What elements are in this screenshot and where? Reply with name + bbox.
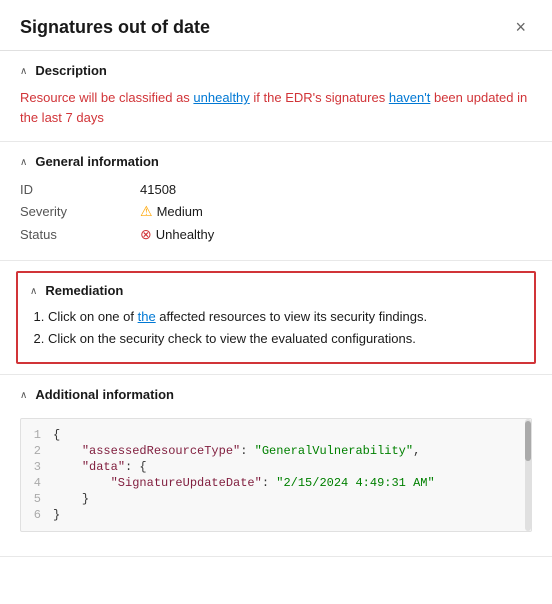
general-section-title: General information bbox=[35, 154, 159, 169]
description-section: ∧ Description Resource will be classifie… bbox=[0, 51, 552, 142]
status-badge: ⊗ Unhealthy bbox=[140, 226, 214, 243]
scrollbar[interactable] bbox=[525, 419, 531, 531]
line-content-2: "assessedResourceType": "GeneralVulnerab… bbox=[53, 444, 519, 458]
havent-link[interactable]: haven't bbox=[389, 90, 431, 105]
general-body: ID 41508 Severity ⚠ Medium Statu bbox=[0, 179, 552, 260]
table-row-severity: Severity ⚠ Medium bbox=[20, 200, 532, 223]
table-row-status: Status ⊗ Unhealthy bbox=[20, 223, 532, 246]
remediation-section-header[interactable]: ∧ Remediation bbox=[18, 273, 534, 306]
line-content-4: "SignatureUpdateDate": "2/15/2024 4:49:3… bbox=[53, 476, 519, 490]
status-text: Unhealthy bbox=[156, 227, 215, 242]
table-row-id: ID 41508 bbox=[20, 179, 532, 200]
remediation-section: ∧ Remediation Click on one of the affect… bbox=[16, 271, 536, 364]
line-content-3: "data": { bbox=[53, 460, 519, 474]
remediation-wrapper: ∧ Remediation Click on one of the affect… bbox=[0, 261, 552, 375]
line-content-6: } bbox=[53, 508, 519, 522]
code-line-1: 1 { bbox=[21, 427, 531, 443]
general-chevron-icon: ∧ bbox=[20, 157, 27, 168]
description-section-header[interactable]: ∧ Description bbox=[0, 51, 552, 88]
additional-section-header[interactable]: ∧ Additional information bbox=[0, 375, 552, 412]
additional-body: 1 { 2 "assessedResourceType": "GeneralVu… bbox=[0, 418, 552, 556]
additional-section: ∧ Additional information 1 { 2 "assessed… bbox=[0, 375, 552, 557]
general-section-header[interactable]: ∧ General information bbox=[0, 142, 552, 179]
additional-chevron-icon: ∧ bbox=[20, 390, 27, 401]
remediation-body: Click on one of the affected resources t… bbox=[18, 306, 534, 362]
remediation-section-title: Remediation bbox=[45, 283, 123, 298]
code-line-2: 2 "assessedResourceType": "GeneralVulner… bbox=[21, 443, 531, 459]
line-num-1: 1 bbox=[21, 428, 53, 442]
scrollbar-thumb bbox=[525, 421, 531, 461]
field-value-status: ⊗ Unhealthy bbox=[140, 223, 532, 246]
code-line-4: 4 "SignatureUpdateDate": "2/15/2024 4:49… bbox=[21, 475, 531, 491]
field-value-severity: ⚠ Medium bbox=[140, 200, 532, 223]
field-key-id: ID bbox=[20, 179, 140, 200]
info-table: ID 41508 Severity ⚠ Medium Statu bbox=[20, 179, 532, 246]
field-key-severity: Severity bbox=[20, 200, 140, 223]
remediation-chevron-icon: ∧ bbox=[30, 286, 37, 297]
general-section: ∧ General information ID 41508 Severity … bbox=[0, 142, 552, 261]
close-button[interactable]: × bbox=[509, 16, 532, 38]
remediation-step-2: Click on the security check to view the … bbox=[48, 328, 522, 350]
line-content-1: { bbox=[53, 428, 519, 442]
field-value-id: 41508 bbox=[140, 179, 532, 200]
remediation-step-1: Click on one of the affected resources t… bbox=[48, 306, 522, 328]
affected-resources-link[interactable]: the bbox=[138, 309, 156, 324]
field-key-status: Status bbox=[20, 223, 140, 246]
code-line-3: 3 "data": { bbox=[21, 459, 531, 475]
severity-badge: ⚠ Medium bbox=[140, 203, 203, 220]
warning-icon: ⚠ bbox=[140, 203, 153, 220]
code-line-5: 5 } bbox=[21, 491, 531, 507]
remediation-steps: Click on one of the affected resources t… bbox=[30, 306, 522, 350]
code-block: 1 { 2 "assessedResourceType": "GeneralVu… bbox=[20, 418, 532, 532]
line-num-2: 2 bbox=[21, 444, 53, 458]
severity-text: Medium bbox=[157, 204, 203, 219]
line-num-4: 4 bbox=[21, 476, 53, 490]
unhealthy-link[interactable]: unhealthy bbox=[193, 90, 249, 105]
code-line-6: 6 } bbox=[21, 507, 531, 523]
panel: Signatures out of date × ∧ Description R… bbox=[0, 0, 552, 604]
additional-section-title: Additional information bbox=[35, 387, 174, 402]
panel-title: Signatures out of date bbox=[20, 17, 210, 38]
line-content-5: } bbox=[53, 492, 519, 506]
description-text: Resource will be classified as unhealthy… bbox=[20, 90, 527, 125]
line-num-3: 3 bbox=[21, 460, 53, 474]
panel-header: Signatures out of date × bbox=[0, 0, 552, 51]
error-icon: ⊗ bbox=[140, 226, 152, 243]
description-chevron-icon: ∧ bbox=[20, 66, 27, 77]
line-num-6: 6 bbox=[21, 508, 53, 522]
description-body: Resource will be classified as unhealthy… bbox=[0, 88, 552, 141]
description-section-title: Description bbox=[35, 63, 107, 78]
line-num-5: 5 bbox=[21, 492, 53, 506]
